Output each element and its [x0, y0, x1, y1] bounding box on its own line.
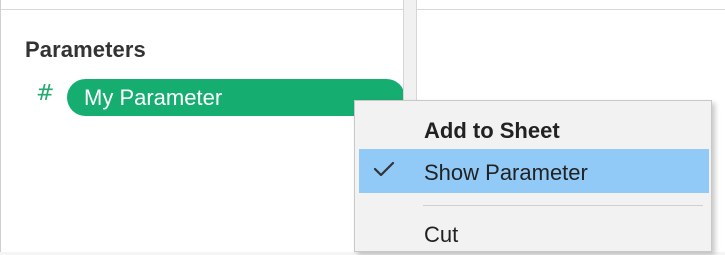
- menu-item-label: Add to Sheet: [424, 118, 560, 143]
- view-area-top-strip: [417, 0, 725, 10]
- parameter-context-menu: Add to Sheet Show Parameter Cut: [354, 100, 712, 252]
- menu-separator: [423, 205, 703, 206]
- parameters-heading: Parameters: [25, 37, 146, 62]
- menu-item-add-to-sheet[interactable]: Add to Sheet: [355, 107, 711, 151]
- parameter-item-label: My Parameter: [84, 85, 223, 110]
- menu-item-label: Show Parameter: [424, 160, 588, 185]
- menu-item-show-parameter[interactable]: Show Parameter: [359, 149, 709, 193]
- checkmark-icon: [373, 161, 395, 177]
- data-pane-top-strip: [1, 0, 403, 10]
- number-type-icon: #: [36, 81, 55, 106]
- data-pane: Parameters # My Parameter: [0, 0, 405, 252]
- menu-item-label: Cut: [424, 222, 459, 247]
- menu-item-cut[interactable]: Cut: [355, 211, 711, 255]
